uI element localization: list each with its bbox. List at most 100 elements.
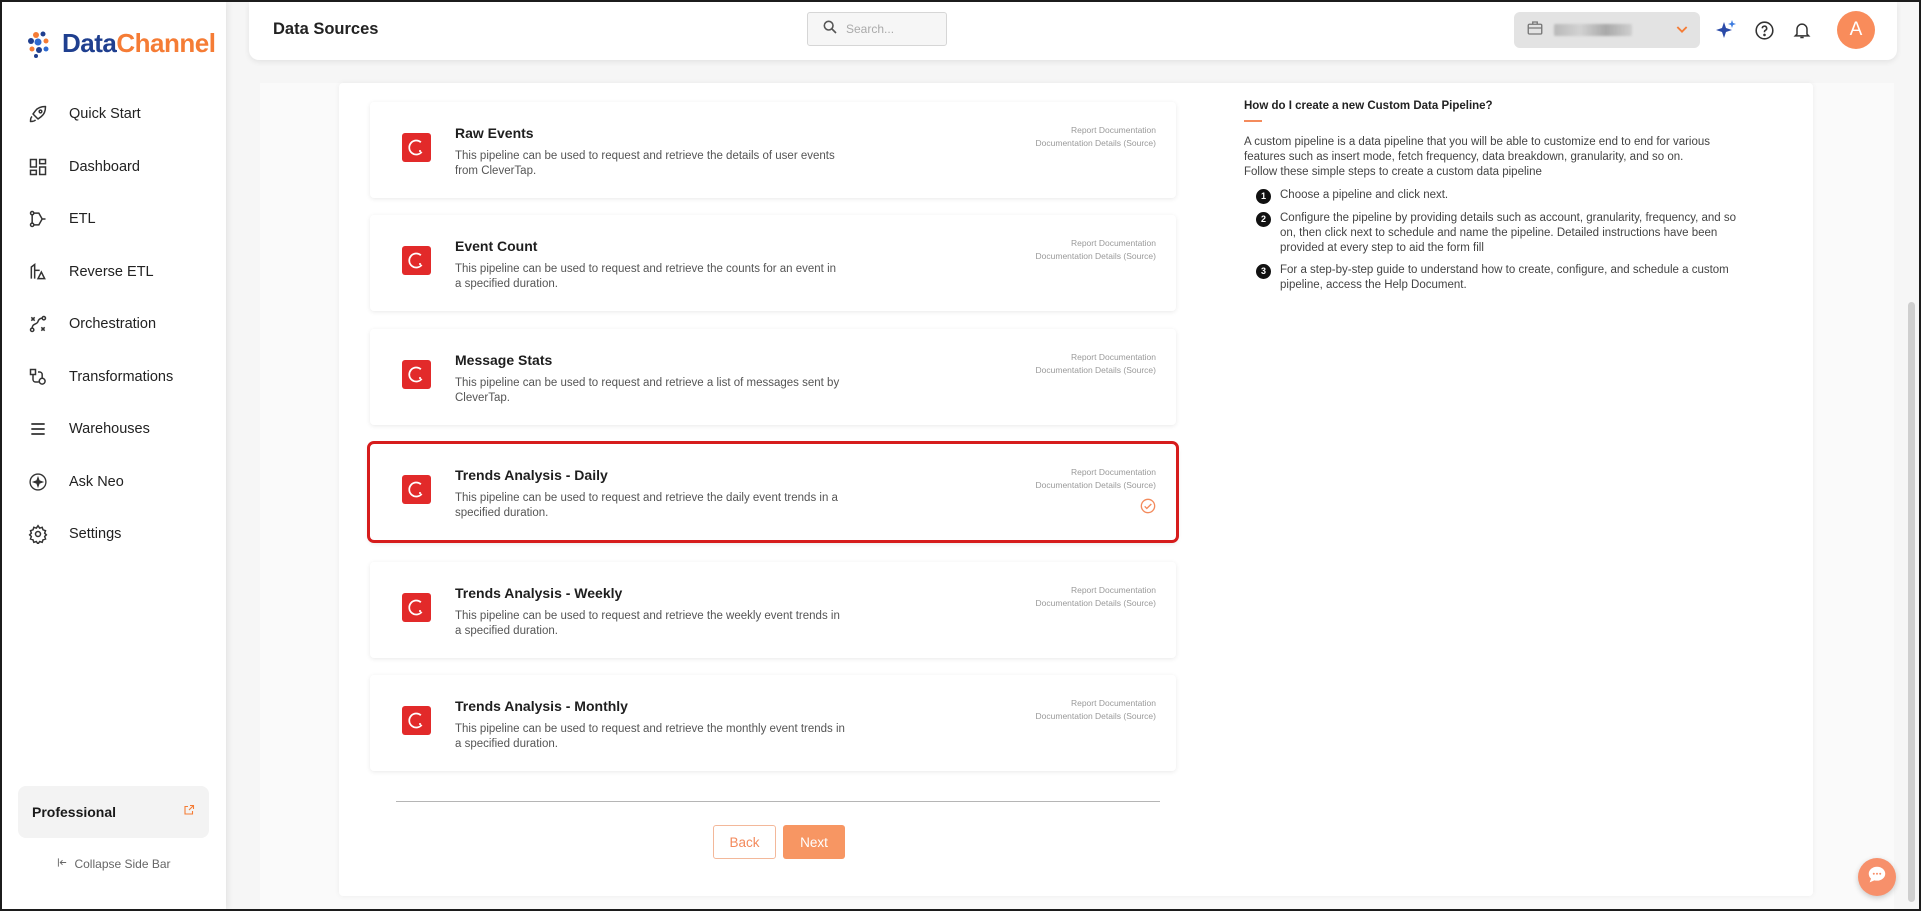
pipeline-card-message-stats[interactable]: Message Stats This pipeline can be used … (370, 329, 1176, 425)
sidebar-item-transformations[interactable]: Transformations (2, 351, 226, 404)
pipeline-doc-links: Report Documentation Documentation Detai… (1036, 124, 1156, 150)
help-icon[interactable] (1752, 18, 1776, 42)
documentation-details-link[interactable]: Documentation Details (Source) (1036, 250, 1156, 263)
pipeline-card-trends-monthly[interactable]: Trends Analysis - Monthly This pipeline … (370, 675, 1176, 771)
pipeline-title: Trends Analysis - Daily (455, 467, 608, 483)
report-documentation-link[interactable]: Report Documentation (1036, 237, 1156, 250)
help-title-underline (1244, 120, 1262, 122)
brand-name: DataChannel (62, 28, 216, 58)
pipeline-title: Trends Analysis - Monthly (455, 698, 628, 714)
pipeline-title: Message Stats (455, 352, 553, 368)
pipeline-doc-links: Report Documentation Documentation Detai… (1036, 466, 1156, 492)
sidebar-item-ask-neo[interactable]: Ask Neo (2, 456, 226, 509)
pipeline-card-raw-events[interactable]: Raw Events This pipeline can be used to … (370, 102, 1176, 198)
step-text: Choose a pipeline and click next. (1280, 189, 1449, 201)
back-button[interactable]: Back (713, 825, 776, 859)
sidebar-item-etl[interactable]: ETL (2, 193, 226, 246)
clevertap-logo-icon (402, 475, 431, 504)
chat-bubble-icon (1866, 864, 1888, 891)
dashboard-grid-icon (26, 155, 50, 179)
clevertap-logo-icon (402, 246, 431, 275)
user-avatar[interactable]: A (1837, 11, 1875, 49)
step-text: Configure the pipeline by providing deta… (1280, 212, 1737, 254)
report-documentation-link[interactable]: Report Documentation (1036, 351, 1156, 364)
help-title: How do I create a new Custom Data Pipeli… (1244, 100, 1493, 112)
collapse-sidebar-label: Collapse Side Bar (74, 857, 171, 871)
pipeline-description: This pipeline can be used to request and… (455, 723, 845, 750)
selected-check-icon (1140, 498, 1156, 519)
sidebar-item-orchestration[interactable]: Orchestration (2, 298, 226, 351)
plan-badge[interactable]: Professional (18, 786, 209, 838)
help-step: 3 For a step-by-step guide to understand… (1256, 263, 1744, 293)
pipeline-doc-links: Report Documentation Documentation Detai… (1036, 697, 1156, 723)
account-name-redacted (1554, 24, 1632, 36)
report-documentation-link[interactable]: Report Documentation (1036, 584, 1156, 597)
footer-divider (396, 801, 1160, 802)
step-number-badge: 1 (1256, 189, 1271, 204)
clevertap-logo-icon (402, 360, 431, 389)
app-window: DataChannel Quick Start Dashboard ETL Re… (0, 0, 1921, 911)
ai-sparkle-icon[interactable] (1714, 18, 1738, 42)
help-step: 1 Choose a pipeline and click next. (1256, 188, 1744, 204)
rocket-icon (26, 102, 50, 126)
plan-label: Professional (32, 804, 117, 820)
report-documentation-link[interactable]: Report Documentation (1036, 124, 1156, 137)
sidebar-item-reverse-etl[interactable]: Reverse ETL (2, 246, 226, 299)
step-number-badge: 3 (1256, 264, 1271, 279)
search-input[interactable] (846, 22, 936, 36)
documentation-details-link[interactable]: Documentation Details (Source) (1036, 479, 1156, 492)
help-intro: A custom pipeline is a data pipeline tha… (1244, 135, 1744, 180)
pipeline-title: Raw Events (455, 125, 534, 141)
documentation-details-link[interactable]: Documentation Details (Source) (1036, 597, 1156, 610)
sidebar-item-dashboard[interactable]: Dashboard (2, 141, 226, 194)
collapse-arrow-icon (57, 857, 68, 871)
pipeline-card-trends-weekly[interactable]: Trends Analysis - Weekly This pipeline c… (370, 562, 1176, 658)
datachannel-logo-icon (26, 29, 56, 59)
pipeline-doc-links: Report Documentation Documentation Detai… (1036, 584, 1156, 610)
report-documentation-link[interactable]: Report Documentation (1036, 697, 1156, 710)
help-panel: How do I create a new Custom Data Pipeli… (1244, 100, 1744, 300)
page-title: Data Sources (273, 20, 379, 38)
help-step: 2 Configure the pipeline by providing de… (1256, 211, 1744, 256)
collapse-sidebar-button[interactable]: Collapse Side Bar (2, 857, 226, 871)
chevron-down-icon (1674, 21, 1690, 42)
reverse-etl-icon (26, 260, 50, 284)
warehouse-stack-icon (26, 417, 50, 441)
briefcase-icon (1526, 19, 1544, 42)
sidebar-item-warehouses[interactable]: Warehouses (2, 403, 226, 456)
search-icon (822, 19, 838, 40)
sidebar: DataChannel Quick Start Dashboard ETL Re… (2, 2, 226, 909)
bell-icon[interactable] (1790, 18, 1814, 42)
gear-icon (26, 522, 50, 546)
documentation-details-link[interactable]: Documentation Details (Source) (1036, 710, 1156, 723)
next-button[interactable]: Next (783, 825, 845, 859)
brand-logo[interactable]: DataChannel (26, 28, 216, 59)
sidebar-item-settings[interactable]: Settings (2, 508, 226, 561)
pipeline-description: This pipeline can be used to request and… (455, 377, 840, 404)
transformations-icon (26, 365, 50, 389)
sidebar-nav: Quick Start Dashboard ETL Reverse ETL Or… (2, 88, 226, 561)
documentation-details-link[interactable]: Documentation Details (Source) (1036, 137, 1156, 150)
clevertap-logo-icon (402, 706, 431, 735)
pipeline-title: Trends Analysis - Weekly (455, 585, 623, 601)
chat-support-button[interactable] (1858, 858, 1896, 896)
pipeline-doc-links: Report Documentation Documentation Detai… (1036, 351, 1156, 377)
pipeline-card-trends-daily[interactable]: Trends Analysis - Daily This pipeline ca… (367, 441, 1179, 543)
clevertap-logo-icon (402, 133, 431, 162)
step-text: For a step-by-step guide to understand h… (1280, 264, 1729, 291)
pipeline-description: This pipeline can be used to request and… (455, 492, 838, 519)
report-documentation-link[interactable]: Report Documentation (1036, 466, 1156, 479)
orchestration-icon (26, 312, 50, 336)
documentation-details-link[interactable]: Documentation Details (Source) (1036, 364, 1156, 377)
pipeline-description: This pipeline can be used to request and… (455, 150, 835, 177)
pipeline-card-event-count[interactable]: Event Count This pipeline can be used to… (370, 215, 1176, 311)
page-scrollbar[interactable] (1908, 302, 1915, 902)
clevertap-logo-icon (402, 593, 431, 622)
search-box[interactable] (807, 12, 947, 46)
sidebar-item-quick-start[interactable]: Quick Start (2, 88, 226, 141)
pipeline-description: This pipeline can be used to request and… (455, 263, 837, 290)
top-header: Data Sources A (249, 2, 1897, 60)
external-link-icon[interactable] (183, 803, 195, 821)
pipeline-title: Event Count (455, 238, 538, 254)
account-selector[interactable] (1514, 12, 1700, 48)
